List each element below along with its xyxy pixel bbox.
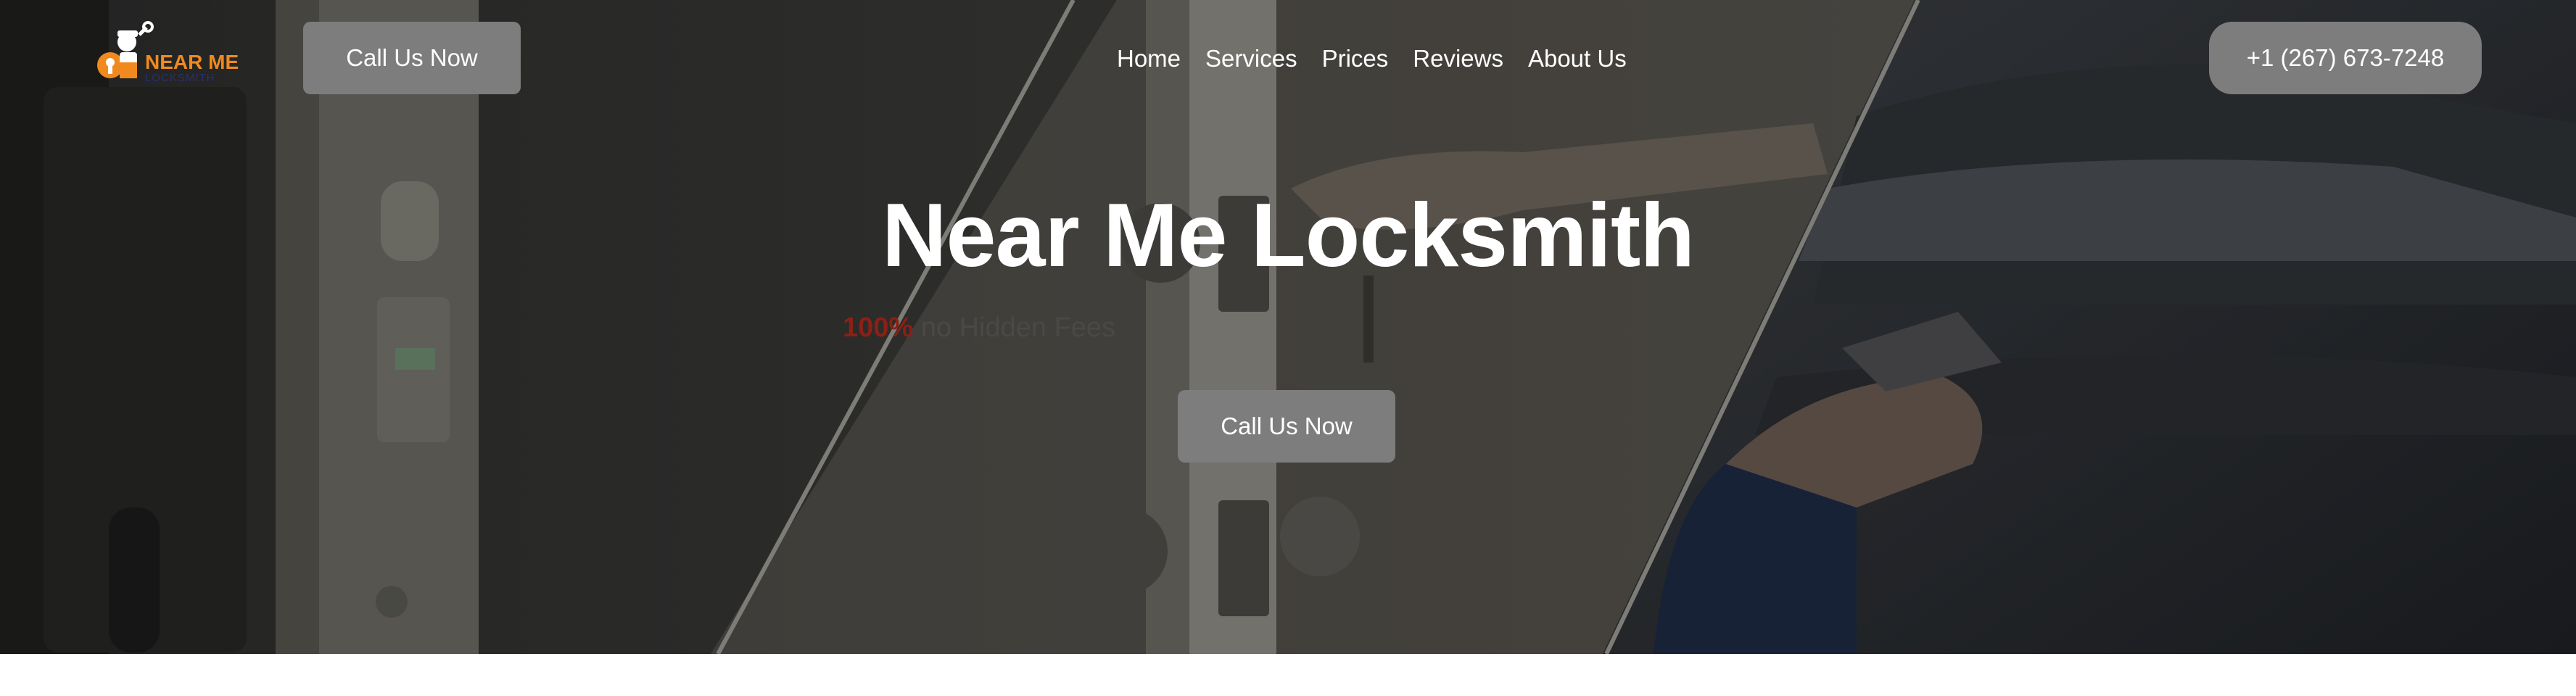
nav-item-home[interactable]: Home [1117, 45, 1181, 72]
main-navigation: Home Services Prices Reviews About Us [1117, 41, 1627, 76]
tagline-highlight: 100% [843, 312, 914, 343]
hero-section: NEAR ME LOCKSMITH Call Us Now Home Servi… [0, 0, 2576, 654]
site-logo[interactable]: NEAR ME LOCKSMITH [94, 20, 239, 94]
hero-tagline: 100% no Hidden Fees [843, 307, 1115, 348]
svg-text:LOCKSMITH: LOCKSMITH [145, 72, 215, 84]
locksmith-mascot-icon: NEAR ME LOCKSMITH [97, 21, 239, 84]
nav-item-reviews[interactable]: Reviews [1413, 45, 1503, 72]
nav-item-prices[interactable]: Prices [1322, 45, 1389, 72]
call-us-now-button[interactable]: Call Us Now [303, 22, 521, 94]
nav-item-services[interactable]: Services [1205, 45, 1297, 72]
hero-overlay [0, 0, 2576, 654]
svg-text:NEAR ME: NEAR ME [145, 51, 239, 73]
nav-item-about-us[interactable]: About Us [1528, 45, 1627, 72]
hero-title: Near Me Locksmith [881, 186, 1695, 286]
phone-number-button[interactable]: +1 (267) 673-7248 [2209, 22, 2482, 94]
hero-call-us-now-button[interactable]: Call Us Now [1178, 390, 1395, 463]
tagline-text: no Hidden Fees [913, 312, 1116, 343]
